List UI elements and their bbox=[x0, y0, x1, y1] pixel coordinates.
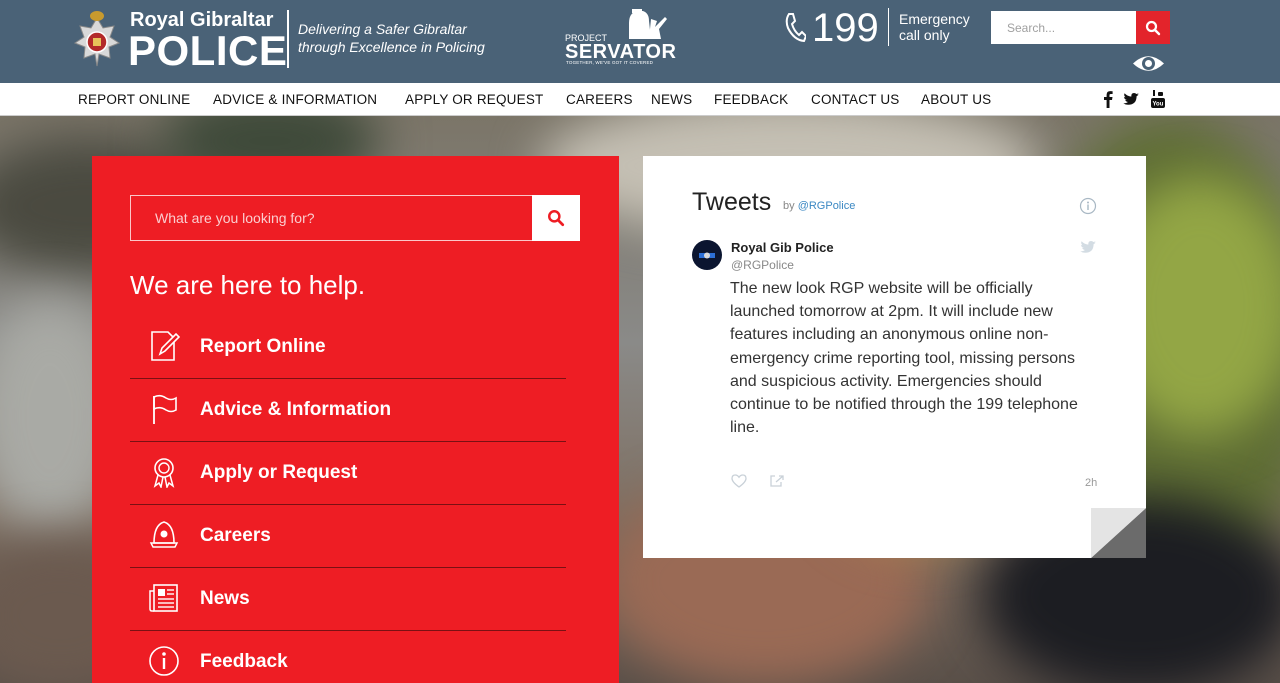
tweets-title: Tweets bbox=[692, 188, 772, 216]
panel-link-apply-or-request[interactable]: Apply or Request bbox=[130, 442, 566, 505]
share-icon[interactable] bbox=[769, 474, 785, 488]
nav-contact-us[interactable]: CONTACT US bbox=[811, 92, 900, 107]
phone-divider bbox=[888, 8, 889, 46]
nav-advice-information[interactable]: ADVICE & INFORMATION bbox=[213, 92, 377, 107]
emergency-note-line1: Emergency bbox=[899, 11, 970, 27]
nav-feedback[interactable]: FEEDBACK bbox=[714, 92, 788, 107]
panel-link-label: Report Online bbox=[200, 336, 326, 357]
accessibility-eye-icon[interactable] bbox=[1131, 51, 1166, 76]
tweets-by: by @RGPolice bbox=[783, 200, 855, 212]
avatar-badge-icon bbox=[699, 252, 715, 259]
award-ribbon-icon bbox=[153, 458, 175, 488]
panel-link-label: Apply or Request bbox=[200, 462, 358, 483]
newspaper-icon bbox=[149, 584, 178, 612]
tweet-author-handle[interactable]: @RGPolice bbox=[731, 258, 794, 272]
tweets-by-handle-link[interactable]: @RGPolice bbox=[798, 200, 856, 212]
panel-link-label: News bbox=[200, 588, 250, 609]
panel-link-advice-information[interactable]: Advice & Information bbox=[130, 379, 566, 442]
nav-news[interactable]: NEWS bbox=[651, 92, 692, 107]
search-icon bbox=[548, 210, 565, 227]
servator-tagline: TOGETHER, WE'VE GOT IT COVERED bbox=[566, 60, 654, 65]
edit-document-icon bbox=[151, 331, 180, 361]
nav-about-us[interactable]: ABOUT US bbox=[921, 92, 991, 107]
help-panel: We are here to help. Report Online Advic… bbox=[92, 156, 619, 683]
panel-heading: We are here to help. bbox=[130, 270, 366, 300]
police-helmet-icon bbox=[149, 521, 179, 548]
nav-careers[interactable]: CAREERS bbox=[566, 92, 633, 107]
phone-icon bbox=[785, 13, 806, 42]
brand-name-police: POLICE bbox=[128, 27, 288, 74]
tagline-line1: Delivering a Safer Gibraltar bbox=[298, 21, 467, 37]
panel-link-careers[interactable]: Careers bbox=[130, 505, 566, 568]
header-search-input[interactable] bbox=[991, 11, 1136, 44]
tweet-text: The new look RGP website will be officia… bbox=[730, 280, 1078, 437]
panel-search-input[interactable] bbox=[130, 195, 532, 241]
avatar[interactable] bbox=[692, 240, 722, 270]
twitter-icon[interactable] bbox=[1122, 89, 1140, 109]
project-servator-logo[interactable]: PROJECT SERVATOR TOGETHER, WE'VE GOT IT … bbox=[565, 9, 676, 67]
nav-apply-or-request[interactable]: APPLY OR REQUEST bbox=[405, 92, 544, 107]
twitter-timeline-widget: Tweets by @RGPolice Royal Gib Police @RG… bbox=[643, 156, 1146, 558]
panel-link-feedback[interactable]: Feedback bbox=[130, 631, 566, 683]
search-icon bbox=[1145, 20, 1161, 35]
police-crest-logo[interactable] bbox=[72, 10, 122, 68]
emergency-note: Emergency call only bbox=[899, 11, 970, 43]
page-curl-decoration bbox=[1091, 508, 1146, 558]
panel-link-label: Advice & Information bbox=[200, 399, 392, 420]
tweet-author-name[interactable]: Royal Gib Police bbox=[731, 240, 834, 255]
panel-link-label: Feedback bbox=[200, 651, 288, 672]
panel-link-label: Careers bbox=[200, 525, 271, 546]
tweet-timestamp[interactable]: 2h bbox=[1085, 477, 1097, 489]
panel-search-button[interactable] bbox=[532, 195, 580, 241]
info-circle-icon bbox=[149, 646, 179, 676]
tagline-line2: through Excellence in Policing bbox=[298, 39, 485, 55]
info-icon[interactable] bbox=[1079, 197, 1097, 215]
nav-report-online[interactable]: REPORT ONLINE bbox=[78, 92, 190, 107]
tweets-by-word: by bbox=[783, 200, 795, 212]
main-navigation: REPORT ONLINE ADVICE & INFORMATION APPLY… bbox=[0, 83, 1280, 116]
panel-link-news[interactable]: News bbox=[130, 568, 566, 631]
top-header: Royal Gibraltar POLICE Delivering a Safe… bbox=[0, 0, 1280, 83]
emergency-number[interactable]: 199 bbox=[812, 6, 879, 51]
header-search-button[interactable] bbox=[1136, 11, 1170, 44]
facebook-icon[interactable] bbox=[1099, 89, 1117, 109]
tagline: Delivering a Safer Gibraltar through Exc… bbox=[298, 20, 485, 56]
servator-figure-icon bbox=[629, 9, 667, 39]
emergency-note-line2: call only bbox=[899, 27, 950, 43]
panel-link-report-online[interactable]: Report Online bbox=[130, 316, 566, 379]
brand-divider bbox=[287, 10, 289, 68]
flag-icon bbox=[153, 394, 177, 424]
svg-text:You: You bbox=[1153, 102, 1164, 108]
like-heart-icon[interactable] bbox=[731, 474, 747, 488]
youtube-icon[interactable]: You bbox=[1149, 89, 1167, 109]
twitter-bird-icon[interactable] bbox=[1079, 240, 1097, 256]
